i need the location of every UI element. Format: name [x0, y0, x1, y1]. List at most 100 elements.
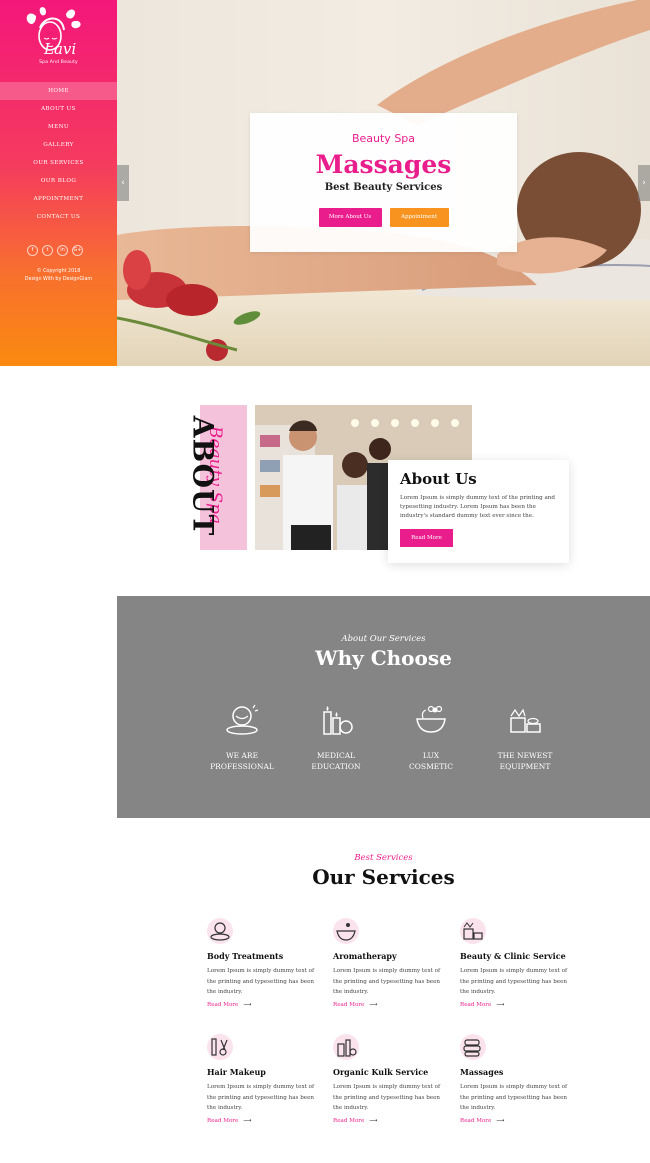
service-text: Lorem Ipsum is simply dummy text of the … [460, 1084, 568, 1111]
hero-buttons: More About Us Appointment [250, 208, 517, 227]
service-text: Lorem Ipsum is simply dummy text of the … [333, 1084, 441, 1111]
hero-caption-card: Beauty Spa Massages Best Beauty Services… [250, 113, 517, 252]
social-links: f t in G+ [27, 245, 83, 256]
nav-item-home[interactable]: HOME [0, 82, 117, 100]
feature-line-2: EDUCATION [311, 762, 361, 771]
arrow-right-icon: ⟶ [496, 1117, 505, 1124]
nav-item-gallery[interactable]: GALLERY [0, 136, 117, 154]
why-choose-section: About Our Services Why Choose WE ARE PRO… [117, 596, 650, 818]
brand-tagline: Spa And Beauty [39, 60, 78, 65]
twitter-icon[interactable]: t [42, 245, 53, 256]
service-read-more-link[interactable]: Read More ⟶ [460, 1118, 570, 1124]
service-card: Body Treatments Lorem Ipsum is simply du… [207, 918, 317, 1008]
service-card: Organic Kulk Service Lorem Ipsum is simp… [333, 1034, 443, 1124]
nav-item-contact-us[interactable]: CONTACT US [0, 208, 117, 226]
read-more-label: Read More [207, 1117, 239, 1124]
nav-item-our-services[interactable]: OUR SERVICES [0, 154, 117, 172]
face-massage-icon [210, 922, 230, 941]
hero-next-arrow[interactable]: › [638, 165, 650, 201]
service-title: Body Treatments [207, 951, 284, 961]
design-credit[interactable]: Design With by DesignGlam [0, 276, 117, 284]
service-read-more-link[interactable]: Read More ⟶ [207, 1118, 317, 1124]
appointment-button[interactable]: Appointment [389, 208, 449, 227]
service-icon-wrap [207, 918, 233, 944]
hero-slider: ‹ › Beauty Spa Massages Best Beauty Serv… [117, 0, 650, 366]
feature-item: WE ARE PROFESSIONAL [197, 704, 287, 772]
feature-item: THE NEWEST EQUIPMENT [480, 704, 570, 772]
hero-kicker: Beauty Spa [351, 132, 416, 145]
hero-subtitle: Best Beauty Services [324, 182, 443, 193]
massage-icon [226, 704, 259, 735]
why-title: Why Choose [315, 646, 452, 670]
feature-label: THE NEWEST EQUIPMENT [480, 750, 570, 772]
spa-equipment-icon [510, 708, 541, 733]
cosmetics-icon [337, 1039, 357, 1057]
service-icon-wrap [207, 1034, 233, 1060]
arrow-right-icon: ⟶ [243, 1001, 252, 1008]
aroma-bowl-icon [336, 923, 356, 941]
arrow-right-icon: ⟶ [496, 1001, 505, 1008]
arrow-right-icon: ⟶ [369, 1117, 378, 1124]
service-icon-wrap [333, 918, 359, 944]
services-script: Best Services [354, 853, 413, 863]
hero-prev-arrow[interactable]: ‹ [117, 165, 129, 201]
service-icon-wrap [460, 918, 486, 944]
feature-line-2: PROFESSIONAL [210, 762, 274, 771]
about-read-more-button[interactable]: Read More [400, 529, 453, 547]
main-nav: HOME ABOUT US MENU GALLERY OUR SERVICES … [0, 82, 117, 226]
more-about-us-button[interactable]: More About Us [318, 208, 382, 227]
linkedin-icon[interactable]: in [57, 245, 68, 256]
feature-item: MEDICAL EDUCATION [291, 704, 381, 772]
facebook-icon[interactable]: f [27, 245, 38, 256]
service-card: Beauty & Clinic Service Lorem Ipsum is s… [460, 918, 570, 1008]
sidebar: Lavi Spa And Beauty HOME ABOUT US MENU G… [0, 0, 117, 366]
arrow-right-icon: ⟶ [243, 1117, 252, 1124]
service-title: Beauty & Clinic Service [460, 951, 566, 961]
service-title: Aromatherapy [333, 951, 397, 961]
service-text: Lorem Ipsum is simply dummy text of the … [207, 1084, 315, 1111]
read-more-label: Read More [333, 1001, 365, 1008]
nav-item-our-blog[interactable]: OUR BLOG [0, 172, 117, 190]
towels-icon [463, 1039, 481, 1057]
service-card: Massages Lorem Ipsum is simply dummy tex… [460, 1034, 570, 1124]
brand-name[interactable]: Lavi [44, 40, 76, 58]
read-more-label: Read More [460, 1001, 492, 1008]
nav-item-appointment[interactable]: APPOINTMENT [0, 190, 117, 208]
service-title: Massages [460, 1067, 504, 1077]
feature-line-1: WE ARE [225, 751, 259, 760]
nav-item-about-us[interactable]: ABOUT US [0, 100, 117, 118]
arrow-right-icon: ⟶ [369, 1001, 378, 1008]
service-read-more-link[interactable]: Read More ⟶ [460, 1002, 570, 1008]
mortar-flower-icon [416, 705, 446, 733]
nav-item-menu[interactable]: MENU [0, 118, 117, 136]
about-title: About Us [400, 470, 477, 488]
feature-item: LUX COSMETIC [386, 704, 476, 772]
services-title: Our Services [312, 865, 455, 889]
service-icon-wrap [333, 1034, 359, 1060]
feature-line-2: COSMETIC [409, 762, 453, 771]
copyright-line: © Copyright 2018 [36, 269, 81, 274]
service-read-more-link[interactable]: Read More ⟶ [207, 1002, 317, 1008]
read-more-label: Read More [207, 1001, 239, 1008]
copyright: © Copyright 2018 Design With by DesignGl… [0, 268, 117, 284]
about-text: Lorem Ipsum is simply dummy text of the … [400, 495, 555, 519]
hero-title: Massages [315, 150, 452, 179]
service-title: Organic Kulk Service [333, 1067, 429, 1077]
feature-label: LUX COSMETIC [386, 750, 476, 772]
why-script: About Our Services [341, 634, 426, 644]
feature-line-1: THE NEWEST [497, 751, 553, 760]
service-card: Hair Makeup Lorem Ipsum is simply dummy … [207, 1034, 317, 1124]
feature-line-2: EQUIPMENT [499, 762, 551, 771]
about-card: About Us Lorem Ipsum is simply dummy tex… [388, 460, 569, 563]
services-header: Best Services Our Services [117, 853, 650, 889]
service-text: Lorem Ipsum is simply dummy text of the … [333, 968, 441, 995]
candles-icon [323, 706, 353, 735]
comb-scissors-icon [211, 1038, 228, 1056]
service-icon-wrap [460, 1034, 486, 1060]
google-plus-icon[interactable]: G+ [72, 245, 83, 256]
service-read-more-link[interactable]: Read More ⟶ [333, 1118, 443, 1124]
service-read-more-link[interactable]: Read More ⟶ [333, 1002, 443, 1008]
feature-label: MEDICAL EDUCATION [291, 750, 381, 772]
feature-line-1: MEDICAL [316, 751, 356, 760]
feature-label: WE ARE PROFESSIONAL [197, 750, 287, 772]
